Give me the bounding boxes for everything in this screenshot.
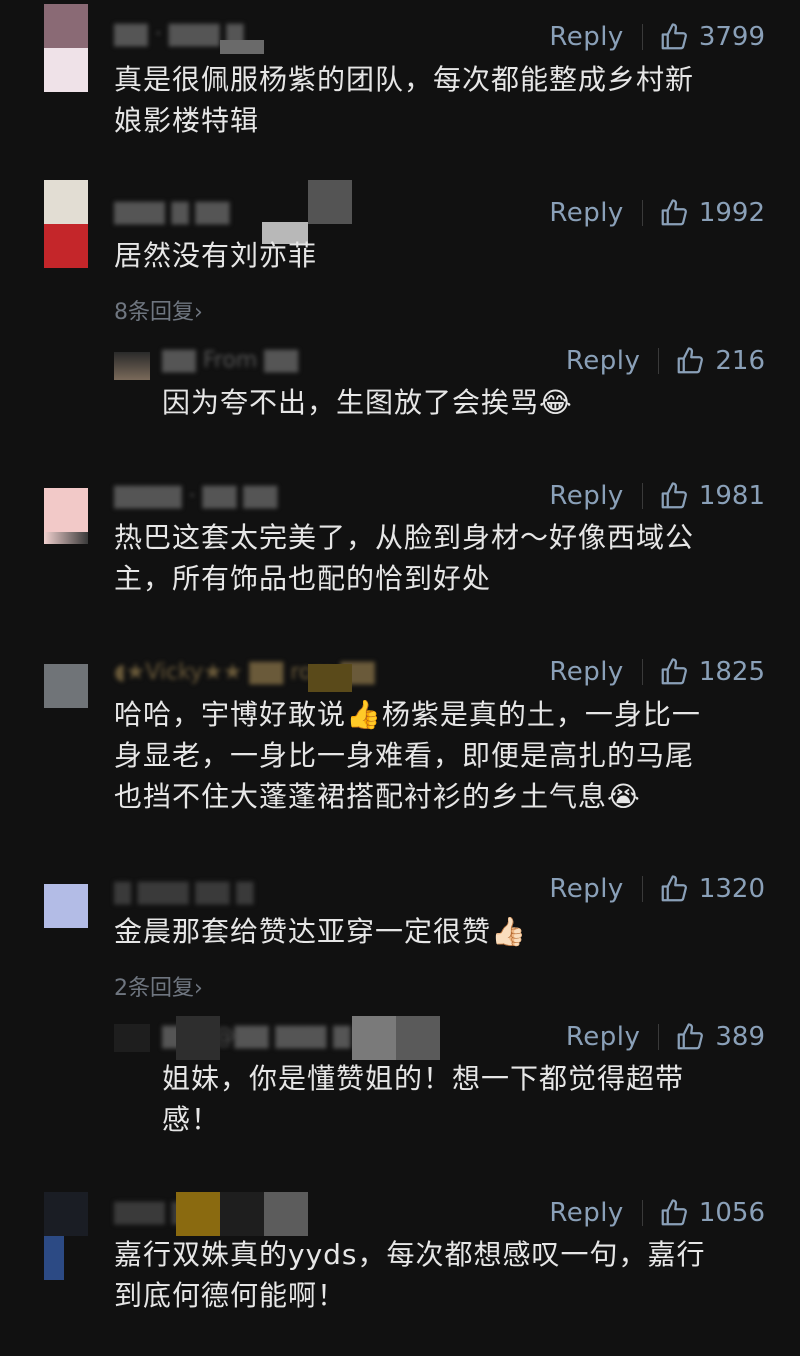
divider xyxy=(641,24,643,50)
crying-laughing-emoji-icon: 😭 xyxy=(607,780,641,813)
like-button[interactable]: 1981 xyxy=(659,481,765,511)
divider xyxy=(641,200,643,226)
divider xyxy=(658,1024,660,1050)
mosaic-block xyxy=(264,1192,308,1236)
thumbs-up-icon xyxy=(661,1199,687,1226)
thumbs-up-icon xyxy=(661,658,687,685)
thumbs-up-icon xyxy=(677,1023,704,1050)
like-count: 1320 xyxy=(698,874,765,904)
username-blurred[interactable]: ▇ ▇▇▇ ▇▇ ▇ xyxy=(114,880,344,910)
mosaic-block xyxy=(396,1016,440,1060)
mosaic-block xyxy=(220,40,264,54)
avatar[interactable] xyxy=(114,352,150,380)
divider xyxy=(641,876,643,902)
like-count: 1992 xyxy=(698,198,765,228)
mosaic-block xyxy=(308,664,352,692)
comment-actions: Reply 3799 xyxy=(549,17,765,57)
avatar[interactable] xyxy=(44,664,88,718)
reply-button[interactable]: Reply xyxy=(549,1198,624,1228)
comment-text: 哈哈，宇博好敢说👍杨紫是真的土，一身比一 身显老，一身比一身难看，即便是高扎的马尾… xyxy=(114,698,701,813)
avatar[interactable] xyxy=(44,884,88,936)
reply-button[interactable]: Reply xyxy=(549,874,624,904)
reply-button[interactable]: Reply xyxy=(566,1022,641,1052)
username-blurred[interactable]: ▇▇▇▇ · ▇▇ ▇▇ xyxy=(114,484,344,514)
thumbs-up-icon xyxy=(661,482,687,509)
mosaic-block xyxy=(220,1192,264,1236)
thumbs-up-icon xyxy=(661,875,687,902)
like-button[interactable]: 1992 xyxy=(659,198,765,228)
username-blurred[interactable]: ◖★Vicky★★ ▇▇ rom ▇▇ xyxy=(114,660,484,690)
comment-text: 嘉行双姝真的yyds，每次都想感叹一句，嘉行 到底何德何能啊！ xyxy=(114,1238,706,1312)
avatar[interactable] xyxy=(114,1024,150,1052)
thumbs-up-emoji-icon: 👍🏻 xyxy=(491,915,527,948)
comment-text: 居然没有刘亦菲 xyxy=(114,239,318,272)
avatar[interactable] xyxy=(44,1192,88,1280)
thumbs-up-icon xyxy=(661,23,687,50)
comment-text: 姐妹，你是懂赞姐的！想一下都觉得超带 感！ xyxy=(162,1062,685,1136)
like-count: 389 xyxy=(715,1022,765,1052)
thumbs-up-icon xyxy=(661,199,687,226)
username-blurred[interactable]: ▇▇ · ▇▇▇ ▇ xyxy=(114,22,314,52)
comment-actions: Reply 1981 xyxy=(549,476,765,516)
comment-actions: Reply 1825 xyxy=(549,652,765,692)
avatar[interactable] xyxy=(44,4,88,92)
like-button[interactable]: 1056 xyxy=(659,1198,765,1228)
like-count: 1825 xyxy=(698,657,765,687)
divider xyxy=(641,659,643,685)
like-button[interactable]: 216 xyxy=(675,346,765,376)
comment-actions: Reply 216 xyxy=(566,341,765,381)
like-button[interactable]: 389 xyxy=(675,1022,765,1052)
divider xyxy=(658,348,660,374)
like-count: 1981 xyxy=(698,481,765,511)
thumbs-up-icon xyxy=(677,347,704,374)
username-blurred[interactable]: ▇▇ From ▇▇ xyxy=(162,348,362,378)
divider xyxy=(641,1200,643,1226)
comment-text: 真是很佩服杨紫的团队，每次都能整成乡村新 娘影楼特辑 xyxy=(114,63,695,137)
avatar[interactable] xyxy=(44,180,88,268)
reply-button[interactable]: Reply xyxy=(566,346,641,376)
laughing-emoji-icon: 😂 xyxy=(539,386,573,419)
reply-button[interactable]: Reply xyxy=(549,657,624,687)
reply-button[interactable]: Reply xyxy=(549,481,624,511)
comment-text: 热巴这套太完美了，从脸到身材～好像西域公 主，所有饰品也配的恰到好处 xyxy=(114,521,695,595)
view-more-replies-link[interactable]: 2条回复› xyxy=(114,970,203,1002)
mosaic-block xyxy=(176,1016,220,1060)
reply-button[interactable]: Reply xyxy=(549,22,624,52)
like-button[interactable]: 3799 xyxy=(659,22,765,52)
like-count: 3799 xyxy=(698,22,765,52)
avatar[interactable] xyxy=(44,488,88,544)
username-blurred[interactable]: ▇▇▇ ▇ ▇▇ xyxy=(114,200,274,230)
like-button[interactable]: 1825 xyxy=(659,657,765,687)
mosaic-block xyxy=(352,1016,396,1060)
divider xyxy=(641,483,643,509)
comment-text: 金晨那套给赞达亚穿一定很赞👍🏻 xyxy=(114,915,527,948)
like-count: 216 xyxy=(715,346,765,376)
comment-actions: Reply 1056 xyxy=(549,1193,765,1233)
reply-button[interactable]: Reply xyxy=(549,198,624,228)
like-button[interactable]: 1320 xyxy=(659,874,765,904)
comment-text: 因为夸不出，生图放了会挨骂😂 xyxy=(162,386,573,419)
view-more-replies-link[interactable]: 8条回复› xyxy=(114,294,203,326)
mosaic-block xyxy=(176,1192,220,1236)
comment-actions: Reply 1320 xyxy=(549,869,765,909)
comment-actions: Reply 389 xyxy=(566,1017,765,1057)
comment-actions: Reply 1992 xyxy=(549,193,765,233)
like-count: 1056 xyxy=(698,1198,765,1228)
mosaic-block xyxy=(308,180,352,224)
